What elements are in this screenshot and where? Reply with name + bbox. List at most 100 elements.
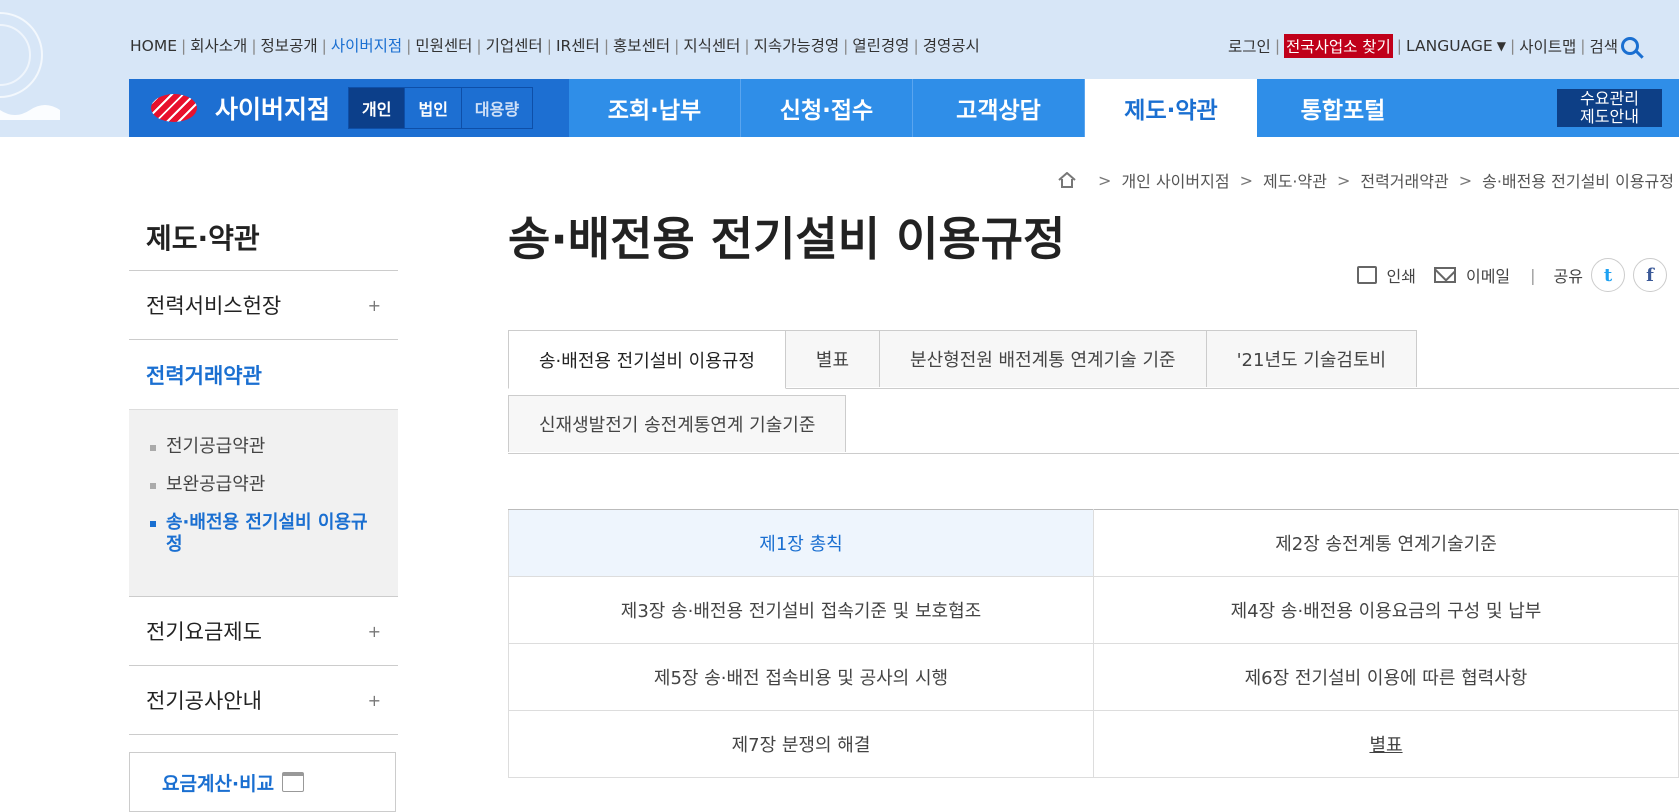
tab-appendix[interactable]: 별표 <box>784 330 881 387</box>
main-menu: 조회·납부 신청·접수 고객상담 제도·약관 통합포털 <box>569 79 1429 137</box>
top-nav-open-management[interactable]: 열린경영 <box>852 37 909 55</box>
tab-renewable-interconnection[interactable]: 신재생발전기 송전계통연계 기술기준 <box>508 395 847 452</box>
caret-down-icon[interactable]: ▼ <box>1497 39 1506 53</box>
mail-icon <box>1433 267 1456 283</box>
sidebar-item-label: 전력서비스헌장 <box>146 294 282 318</box>
segment-corporate[interactable]: 법인 <box>405 88 462 128</box>
sidebar-item-construction-guide[interactable]: 전기공사안내 + <box>129 666 398 735</box>
top-nav-knowledge[interactable]: 지식센터 <box>683 37 740 55</box>
chapter-table: 제1장 총칙 제2장 송전계통 연계기술기준 제3장 송·배전용 전기설비 접속… <box>508 509 1679 778</box>
sitemap-link[interactable]: 사이트맵 <box>1519 35 1576 57</box>
menu-customer-consult[interactable]: 고객상담 <box>913 79 1085 137</box>
top-nav-civil[interactable]: 민원센터 <box>415 37 472 55</box>
content-tabs: 송·배전용 전기설비 이용규정 별표 분산형전원 배전계통 연계기술 기준 '2… <box>508 330 1679 454</box>
top-nav-cyber-branch[interactable]: 사이버지점 <box>331 37 402 55</box>
search-icon[interactable] <box>1621 37 1639 55</box>
plus-icon[interactable]: + <box>368 691 381 710</box>
chevron-right-icon: > <box>1098 170 1112 190</box>
utility-nav: 로그인 | 전국사업소 찾기 | LANGUAGE ▼ | 사이트맵 | 검색 <box>1228 34 1639 58</box>
plus-icon[interactable]: + <box>368 296 381 315</box>
sub-item-transmission-rules[interactable]: 송·배전용 전기설비 이용규정 <box>146 512 381 556</box>
sidebar-submenu: 전기공급약관 보완공급약관 송·배전용 전기설비 이용규정 <box>129 409 398 597</box>
home-icon[interactable] <box>1058 171 1076 188</box>
top-nav-ir[interactable]: IR센터 <box>556 37 600 55</box>
kepco-logo-icon[interactable] <box>151 94 197 122</box>
chapter-link[interactable]: 제4장 송·배전용 이용요금의 구성 및 납부 <box>1093 576 1679 644</box>
chapter-link[interactable]: 제5장 송·배전 접속비용 및 공사의 시행 <box>508 643 1094 711</box>
find-office-link[interactable]: 전국사업소 찾기 <box>1284 34 1393 58</box>
menu-integrated-portal[interactable]: 통합포털 <box>1257 79 1429 137</box>
breadcrumb: > 개인 사이버지점 > 제도·약관 > 전력거래약관 > 송·배전용 전기설비… <box>1058 168 1674 192</box>
email-button[interactable]: 이메일 <box>1433 263 1511 287</box>
tab-distributed-generation[interactable]: 분산형전원 배전계통 연계기술 기준 <box>879 330 1207 387</box>
breadcrumb-current: 송·배전용 전기설비 이용규정 <box>1482 172 1674 191</box>
brand-area: 사이버지점 개인 법인 대용량 <box>129 79 569 137</box>
chapter-link[interactable]: 제6장 전기설비 이용에 따른 협력사항 <box>1093 643 1679 711</box>
sidebar: 제도·약관 전력서비스헌장 + 전력거래약관 전기공급약관 보완공급약관 송·배… <box>129 205 398 735</box>
breadcrumb-item[interactable]: 전력거래약관 <box>1360 168 1448 192</box>
chevron-right-icon: > <box>1336 170 1351 190</box>
tab-transmission-rules[interactable]: 송·배전용 전기설비 이용규정 <box>508 330 786 389</box>
demand-button-label: 수요관리 제도안내 <box>1580 89 1639 126</box>
table-row: 제3장 송·배전용 전기설비 접속기준 및 보호협조 제4장 송·배전용 이용요… <box>508 576 1679 644</box>
sidebar-item-tariff-system[interactable]: 전기요금제도 + <box>129 597 398 666</box>
bullet-icon <box>150 521 156 527</box>
fee-calculation-label: 요금계산·비교 <box>162 772 275 795</box>
fee-calculation-button[interactable]: 요금계산·비교 <box>129 752 396 812</box>
tab-review-fee-2021[interactable]: '21년도 기술검토비 <box>1205 330 1418 387</box>
menu-system-terms[interactable]: 제도·약관 <box>1085 79 1257 137</box>
sidebar-item-label: 전력거래약관 <box>146 363 262 388</box>
global-top-nav: HOME | 회사소개 | 정보공개 | 사이버지점 | 민원센터 | 기업센터 | IR센터 | 홍보센터… <box>130 37 980 55</box>
top-nav-sustainability[interactable]: 지속가능경영 <box>754 37 840 55</box>
segment-large-volume[interactable]: 대용량 <box>462 88 532 128</box>
segment-personal[interactable]: 개인 <box>349 88 406 128</box>
brand-name[interactable]: 사이버지점 <box>215 90 330 126</box>
page-tools: 인쇄 이메일 | 공유 t f <box>1339 258 1667 292</box>
sidebar-item-label: 전기공사안내 <box>146 689 262 713</box>
breadcrumb-item[interactable]: 개인 사이버지점 <box>1121 168 1229 192</box>
top-nav-disclosure[interactable]: 정보공개 <box>261 37 318 55</box>
plus-icon[interactable]: + <box>368 622 381 641</box>
language-select[interactable]: LANGUAGE <box>1406 37 1493 55</box>
bullet-icon <box>150 483 156 489</box>
chapter-link[interactable]: 제7장 분쟁의 해결 <box>508 710 1094 778</box>
breadcrumb-item[interactable]: 제도·약관 <box>1263 168 1327 192</box>
sidebar-item-trade-terms[interactable]: 전력거래약관 <box>129 340 398 409</box>
top-nav-pr[interactable]: 홍보센터 <box>613 37 670 55</box>
sidebar-item-service-charter[interactable]: 전력서비스헌장 + <box>129 271 398 340</box>
top-nav-business[interactable]: 기업센터 <box>486 37 543 55</box>
calendar-icon <box>282 772 305 792</box>
chevron-right-icon: > <box>1458 170 1473 190</box>
print-button[interactable]: 인쇄 <box>1356 263 1416 287</box>
facebook-icon[interactable]: f <box>1633 258 1667 292</box>
login-link[interactable]: 로그인 <box>1228 35 1271 57</box>
sidebar-item-label: 전기요금제도 <box>146 620 262 644</box>
search-link[interactable]: 검색 <box>1589 35 1618 57</box>
top-nav-management-disclosure[interactable]: 경영공시 <box>923 37 980 55</box>
top-nav-about[interactable]: 회사소개 <box>190 37 247 55</box>
decorative-cloud <box>0 0 80 120</box>
print-icon <box>1356 266 1377 284</box>
demand-management-button[interactable]: 수요관리 제도안내 <box>1557 89 1662 127</box>
sub-item-label: 송·배전용 전기설비 이용규정 <box>166 512 368 555</box>
sub-item-label: 보완공급약관 <box>166 474 266 495</box>
menu-application[interactable]: 신청·접수 <box>741 79 913 137</box>
table-row: 제7장 분쟁의 해결 별표 <box>508 710 1679 778</box>
sub-item-supply-terms[interactable]: 전기공급약관 <box>146 436 381 458</box>
top-nav-home[interactable]: HOME <box>130 37 177 55</box>
table-row: 제5장 송·배전 접속비용 및 공사의 시행 제6장 전기설비 이용에 따른 협… <box>508 643 1679 711</box>
chapter-link[interactable]: 제3장 송·배전용 전기설비 접속기준 및 보호협조 <box>508 576 1094 644</box>
chapter-link[interactable]: 제1장 총칙 <box>508 509 1094 577</box>
appendix-link[interactable]: 별표 <box>1093 710 1679 778</box>
customer-type-switch: 개인 법인 대용량 <box>348 87 534 129</box>
main-nav-bar: 사이버지점 개인 법인 대용량 조회·납부 신청·접수 고객상담 제도·약관 통… <box>129 79 1679 137</box>
chevron-right-icon: > <box>1239 170 1253 190</box>
email-label: 이메일 <box>1465 267 1511 286</box>
chapter-link[interactable]: 제2장 송전계통 연계기술기준 <box>1093 509 1679 577</box>
print-label: 인쇄 <box>1386 267 1416 286</box>
sub-item-supplementary-terms[interactable]: 보완공급약관 <box>146 474 381 496</box>
tab-row-2: 신재생발전기 송전계통연계 기술기준 <box>508 395 1679 454</box>
share-label: 공유 <box>1553 267 1583 286</box>
menu-inquiry-payment[interactable]: 조회·납부 <box>569 79 741 137</box>
twitter-icon[interactable]: t <box>1591 258 1625 292</box>
